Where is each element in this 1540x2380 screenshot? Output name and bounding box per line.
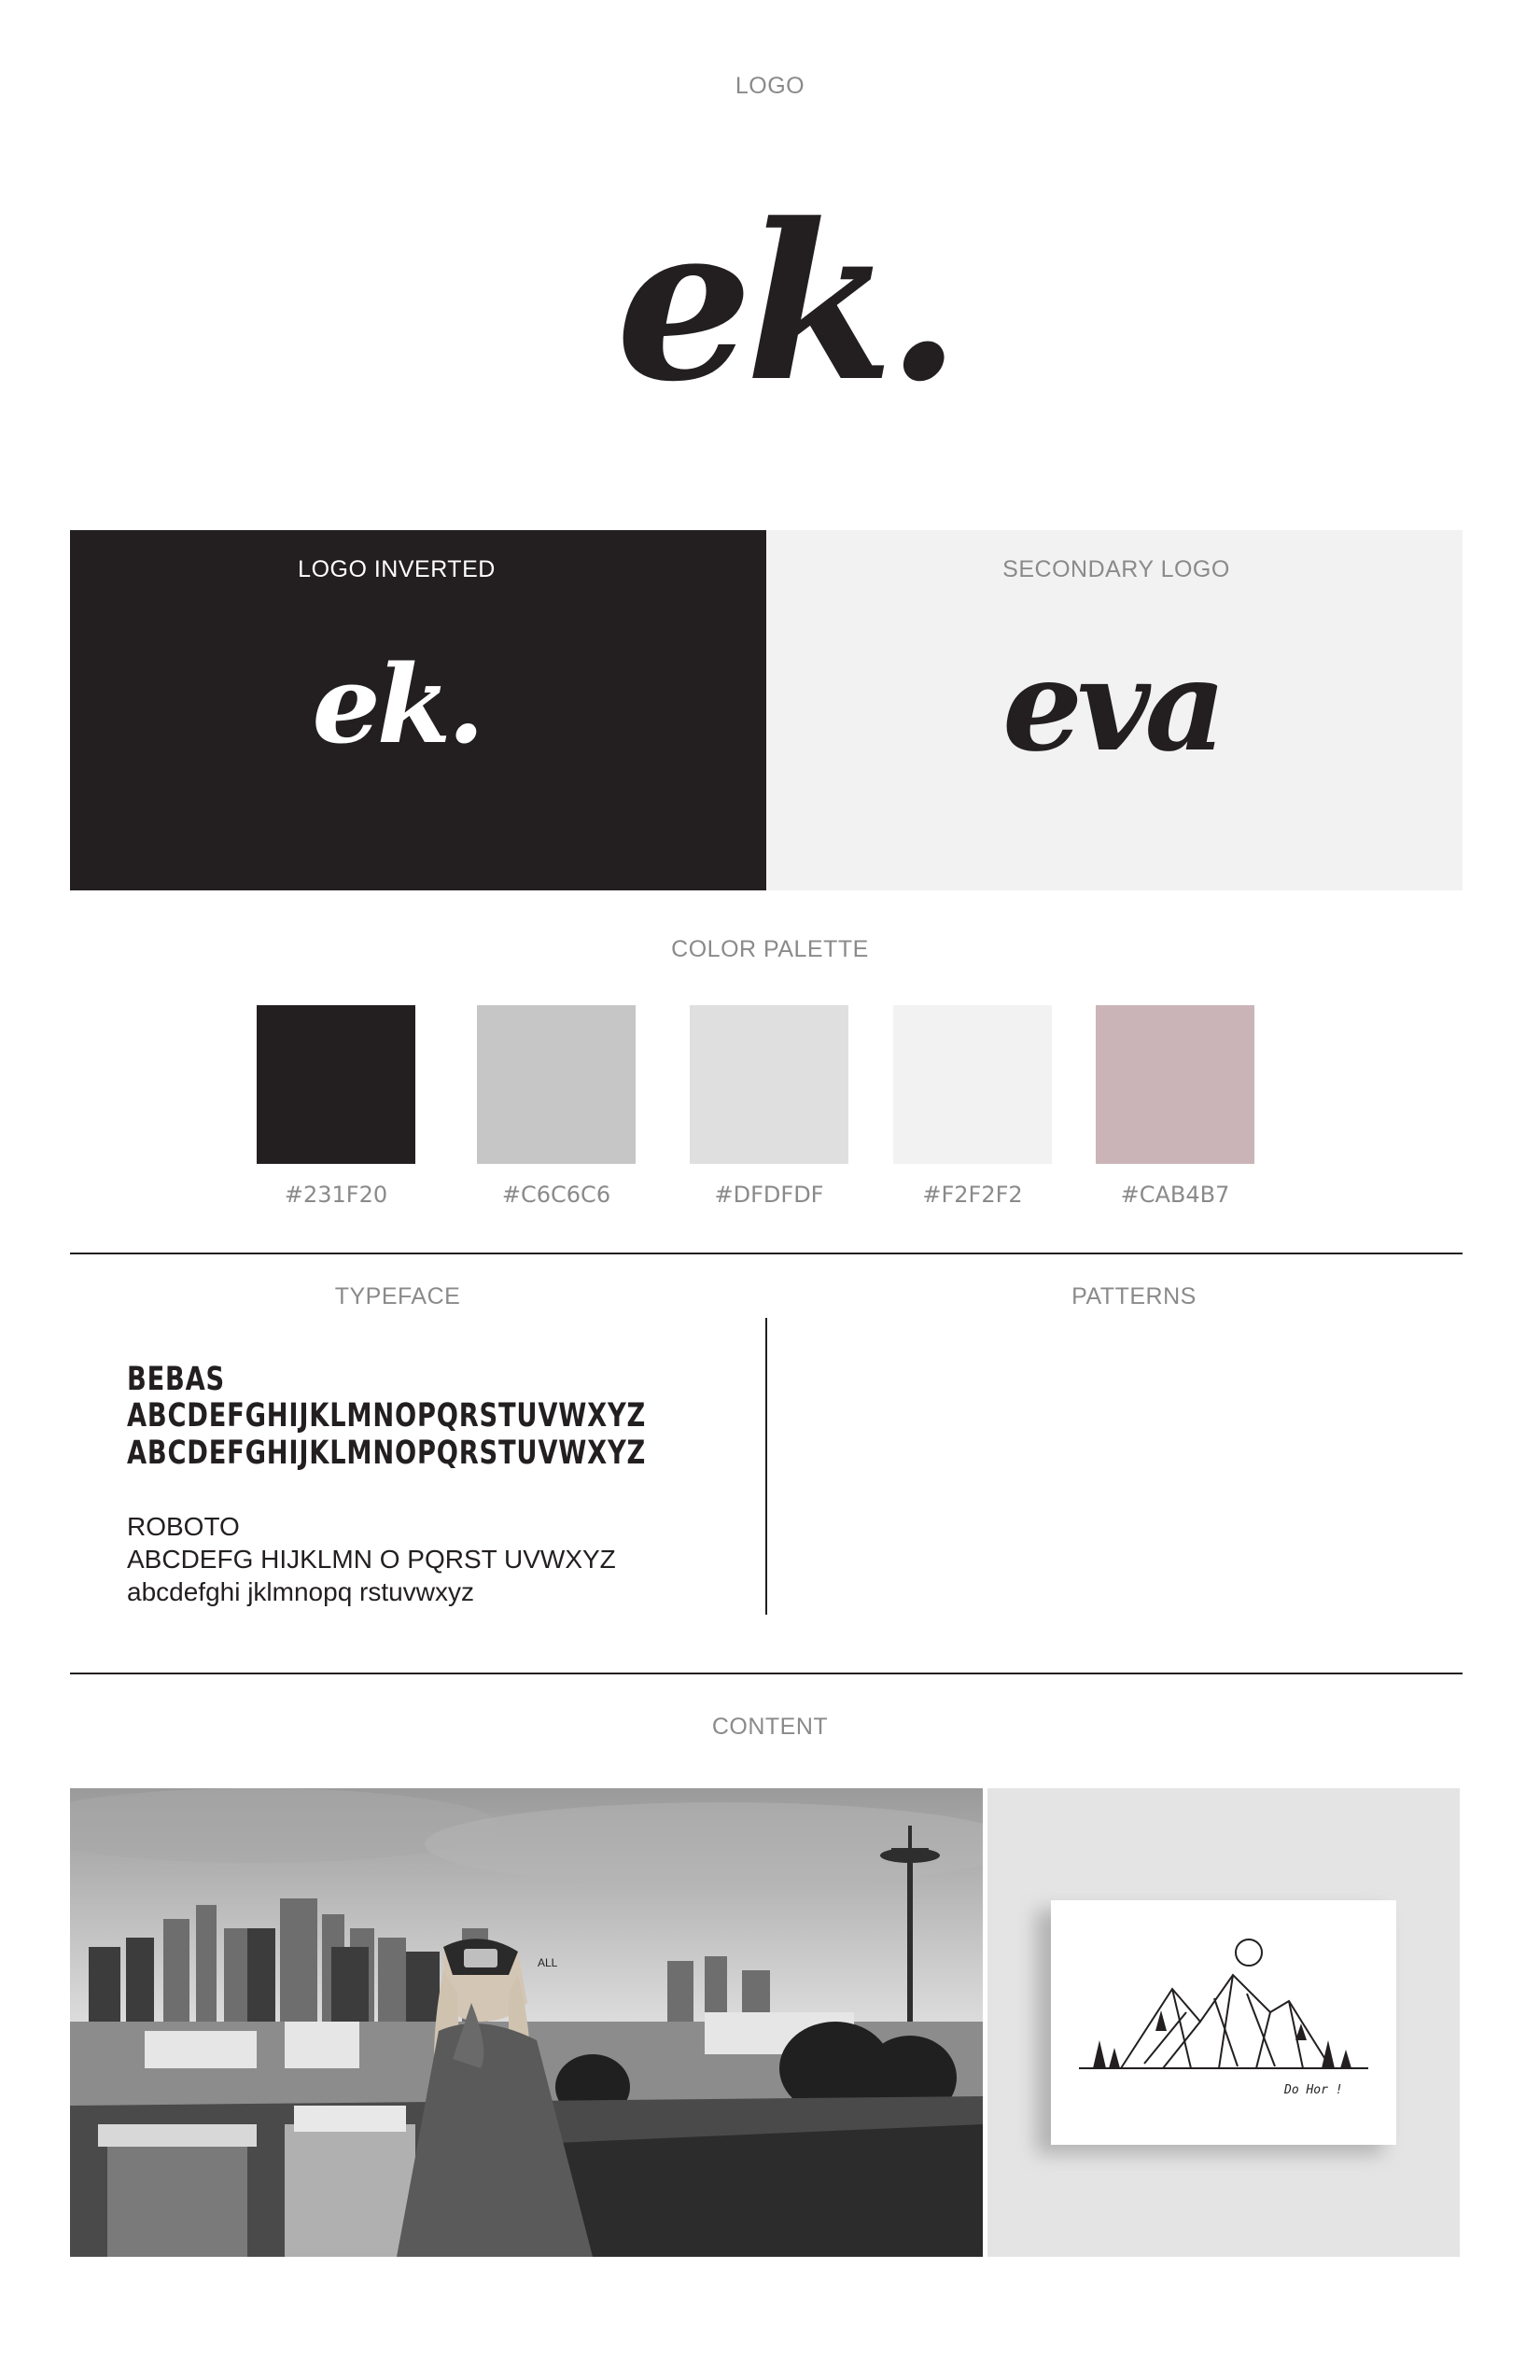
color-swatch	[477, 1005, 636, 1164]
color-swatch	[690, 1005, 848, 1164]
content-card-mockup: Do Hor !	[987, 1788, 1460, 2257]
swatch-hex-label: #DFDFDF	[714, 1182, 824, 1208]
swatch-hex-label: #C6C6C6	[501, 1182, 611, 1208]
vertical-divider	[765, 1318, 767, 1615]
mountain-illustration	[1079, 1939, 1368, 2069]
swatch-hex-label: #231F20	[284, 1182, 388, 1208]
secondary-logo-label: SECONDARY LOGO	[1002, 556, 1230, 582]
color-swatch	[257, 1005, 415, 1164]
typeface-label: TYPEFACE	[334, 1283, 461, 1309]
secondary-logo-panel: SECONDARY LOGO eva	[766, 530, 1463, 890]
logo-inverted-panel: LOGO INVERTED ek.	[70, 530, 766, 890]
color-swatch	[1096, 1005, 1254, 1164]
content-label: CONTENT	[711, 1714, 829, 1740]
roboto-lowercase: abcdefghi jklmnopq rstuvwxyz	[127, 1577, 474, 1606]
divider	[70, 1253, 1463, 1254]
bebas-name: BEBAS	[127, 1361, 225, 1398]
primary-logo: ek.	[616, 177, 961, 429]
card-caption: Do Hor !	[1284, 2083, 1343, 2097]
logo-section-label: LOGO	[735, 73, 805, 99]
patterns-label: PATTERNS	[1071, 1283, 1197, 1309]
color-palette-label: COLOR PALETTE	[671, 936, 869, 962]
bebas-uppercase-2: ABCDEFGHIJKLMNOPQRSTUVWXYZ	[127, 1435, 647, 1472]
skyline-photo-illustration	[70, 1788, 983, 2257]
color-swatch	[893, 1005, 1052, 1164]
illustration-card: Do Hor !	[1051, 1900, 1396, 2145]
roboto-name: ROBOTO	[127, 1512, 240, 1541]
divider	[70, 1673, 1463, 1674]
roboto-uppercase: ABCDEFG HIJKLMN O PQRST UVWXYZ	[127, 1545, 616, 1574]
content-photo: ALL	[70, 1788, 983, 2257]
bebas-uppercase: ABCDEFGHIJKLMNOPQRSTUVWXYZ	[127, 1397, 647, 1435]
logo-inverted-mark: ek.	[312, 642, 485, 768]
logo-inverted-label: LOGO INVERTED	[298, 556, 496, 582]
secondary-logo-mark: eva	[1002, 631, 1226, 779]
swatch-hex-label: #CAB4B7	[1120, 1182, 1230, 1208]
cap-patch-text: ALL	[538, 1956, 558, 1969]
swatch-hex-label: #F2F2F2	[922, 1182, 1023, 1208]
